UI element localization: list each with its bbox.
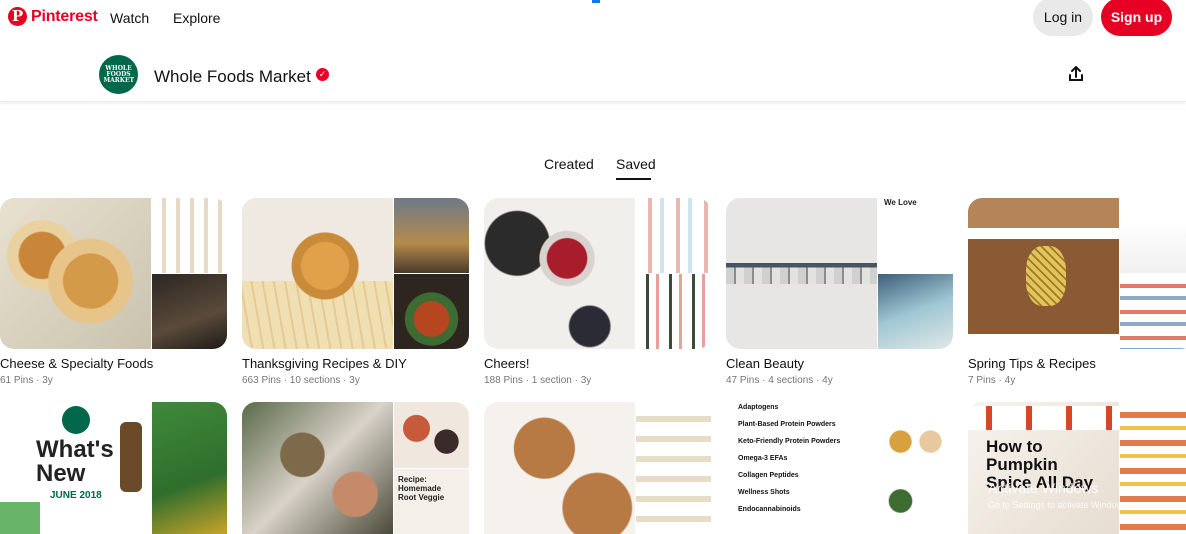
cover-thumb <box>394 274 469 349</box>
cover-thumb <box>152 274 227 349</box>
board-meta: 188 Pins · 1 section · 3y <box>484 375 592 386</box>
brand-name: Pinterest <box>31 7 98 25</box>
board-meta: 663 Pins · 10 sections · 3y <box>242 375 360 386</box>
avatar-logo-text: WHOLE FOODS MARKET <box>103 64 135 84</box>
cover-text: Plant-Based Protein Powders <box>738 421 836 428</box>
board-card[interactable]: Adaptogens Plant-Based Protein Powders K… <box>726 402 953 534</box>
board-cover <box>242 198 469 349</box>
login-button[interactable]: Log in <box>1033 0 1093 36</box>
cover-image: Adaptogens Plant-Based Protein Powders K… <box>726 402 877 534</box>
profile-header: WHOLE FOODS MARKET Whole Foods Market ✓ <box>0 36 1186 102</box>
board-title: Thanksgiving Recipes & DIY <box>242 356 407 371</box>
board-card[interactable]: Spring Tips & Recipes 7 Pins · 4y <box>968 198 1186 386</box>
board-title: Cheese & Specialty Foods <box>0 356 154 371</box>
cover-image <box>968 198 1119 349</box>
board-cover: We Love <box>726 198 953 349</box>
board-card[interactable] <box>484 402 711 534</box>
cover-image <box>242 198 393 349</box>
board-title: Cheers! <box>484 356 530 371</box>
board-meta: 61 Pins · 3y <box>0 375 53 386</box>
board-cover <box>968 198 1186 349</box>
cover-image: What's New JUNE 2018 <box>0 402 151 534</box>
cover-text: Collagen Peptides <box>738 472 799 479</box>
cover-image <box>0 198 151 349</box>
cover-thumb <box>152 198 227 273</box>
cover-text: Keto-Friendly Protein Powders <box>738 438 841 445</box>
cover-thumb <box>1120 274 1186 349</box>
board-cover <box>0 198 227 349</box>
tab-created[interactable]: Created <box>544 156 594 172</box>
cover-image <box>484 198 635 349</box>
avatar[interactable]: WHOLE FOODS MARKET <box>99 55 138 94</box>
cover-image <box>726 198 877 349</box>
board-cover: How to Pumpkin Spice All Day <box>968 402 1186 534</box>
board-title: Clean Beauty <box>726 356 805 371</box>
board-cover: Recipe: Homemade Root Veggie <box>242 402 469 534</box>
activate-windows-subtext: Go to Settings to activate Windows. <box>988 500 1131 510</box>
board-cover: What's New JUNE 2018 <box>0 402 227 534</box>
cover-image: How to Pumpkin Spice All Day <box>968 402 1119 534</box>
board-card[interactable]: Recipe: Homemade Root Veggie <box>242 402 469 534</box>
cover-thumb: Recipe: Homemade Root Veggie <box>394 468 469 534</box>
board-title: Spring Tips & Recipes <box>968 356 1096 371</box>
cover-image <box>484 402 635 534</box>
cover-thumb <box>394 198 469 273</box>
activate-windows-watermark: Activate Windows <box>988 480 1099 496</box>
verified-badge-icon: ✓ <box>316 68 329 81</box>
pinterest-logo[interactable]: P Pinterest <box>8 7 98 26</box>
cover-thumb <box>636 198 711 273</box>
nav-explore-link[interactable]: Explore <box>173 10 220 26</box>
board-card[interactable]: We Love Clean Beauty 47 Pins · 4 section… <box>726 198 953 386</box>
cover-text: Adaptogens <box>738 404 779 411</box>
board-card[interactable]: Thanksgiving Recipes & DIY 663 Pins · 10… <box>242 198 469 386</box>
board-card[interactable]: Cheers! 188 Pins · 1 section · 3y <box>484 198 711 386</box>
share-icon[interactable] <box>1068 66 1084 82</box>
signup-button[interactable]: Sign up <box>1101 0 1172 36</box>
cover-thumb <box>878 274 953 349</box>
cover-text: Omega-3 EFAs <box>738 455 788 462</box>
nav-watch-link[interactable]: Watch <box>110 10 149 26</box>
board-card[interactable]: What's New JUNE 2018 <box>0 402 227 534</box>
board-cover <box>484 198 711 349</box>
june-text: JUNE 2018 <box>50 490 102 501</box>
pinterest-logo-icon: P <box>8 7 27 26</box>
board-cover: Adaptogens Plant-Based Protein Powders K… <box>726 402 953 534</box>
cover-thumb: We Love <box>878 198 953 273</box>
whats-new-text: What's New <box>36 436 114 487</box>
board-meta: 7 Pins · 4y <box>968 375 1016 386</box>
top-nav: P Pinterest Watch Explore Log in Sign up <box>0 0 1186 36</box>
cover-text: Endocannabinoids <box>738 506 801 513</box>
profile-name: Whole Foods Market <box>154 67 311 86</box>
cover-image <box>242 402 393 534</box>
cover-thumb <box>636 274 711 349</box>
cover-thumb <box>394 402 469 468</box>
recipe-text: Recipe: Homemade Root Veggie <box>398 474 445 502</box>
active-tab-underline <box>616 178 651 180</box>
cover-text: Wellness Shots <box>738 489 790 496</box>
board-card[interactable]: How to Pumpkin Spice All Day <box>968 402 1186 534</box>
board-card[interactable]: Cheese & Specialty Foods 61 Pins · 3y <box>0 198 227 386</box>
tab-saved[interactable]: Saved <box>616 156 656 172</box>
board-meta: 47 Pins · 4 sections · 4y <box>726 375 833 386</box>
board-cover <box>484 402 711 534</box>
focus-indicator <box>592 0 600 3</box>
cover-thumb <box>1120 198 1186 273</box>
